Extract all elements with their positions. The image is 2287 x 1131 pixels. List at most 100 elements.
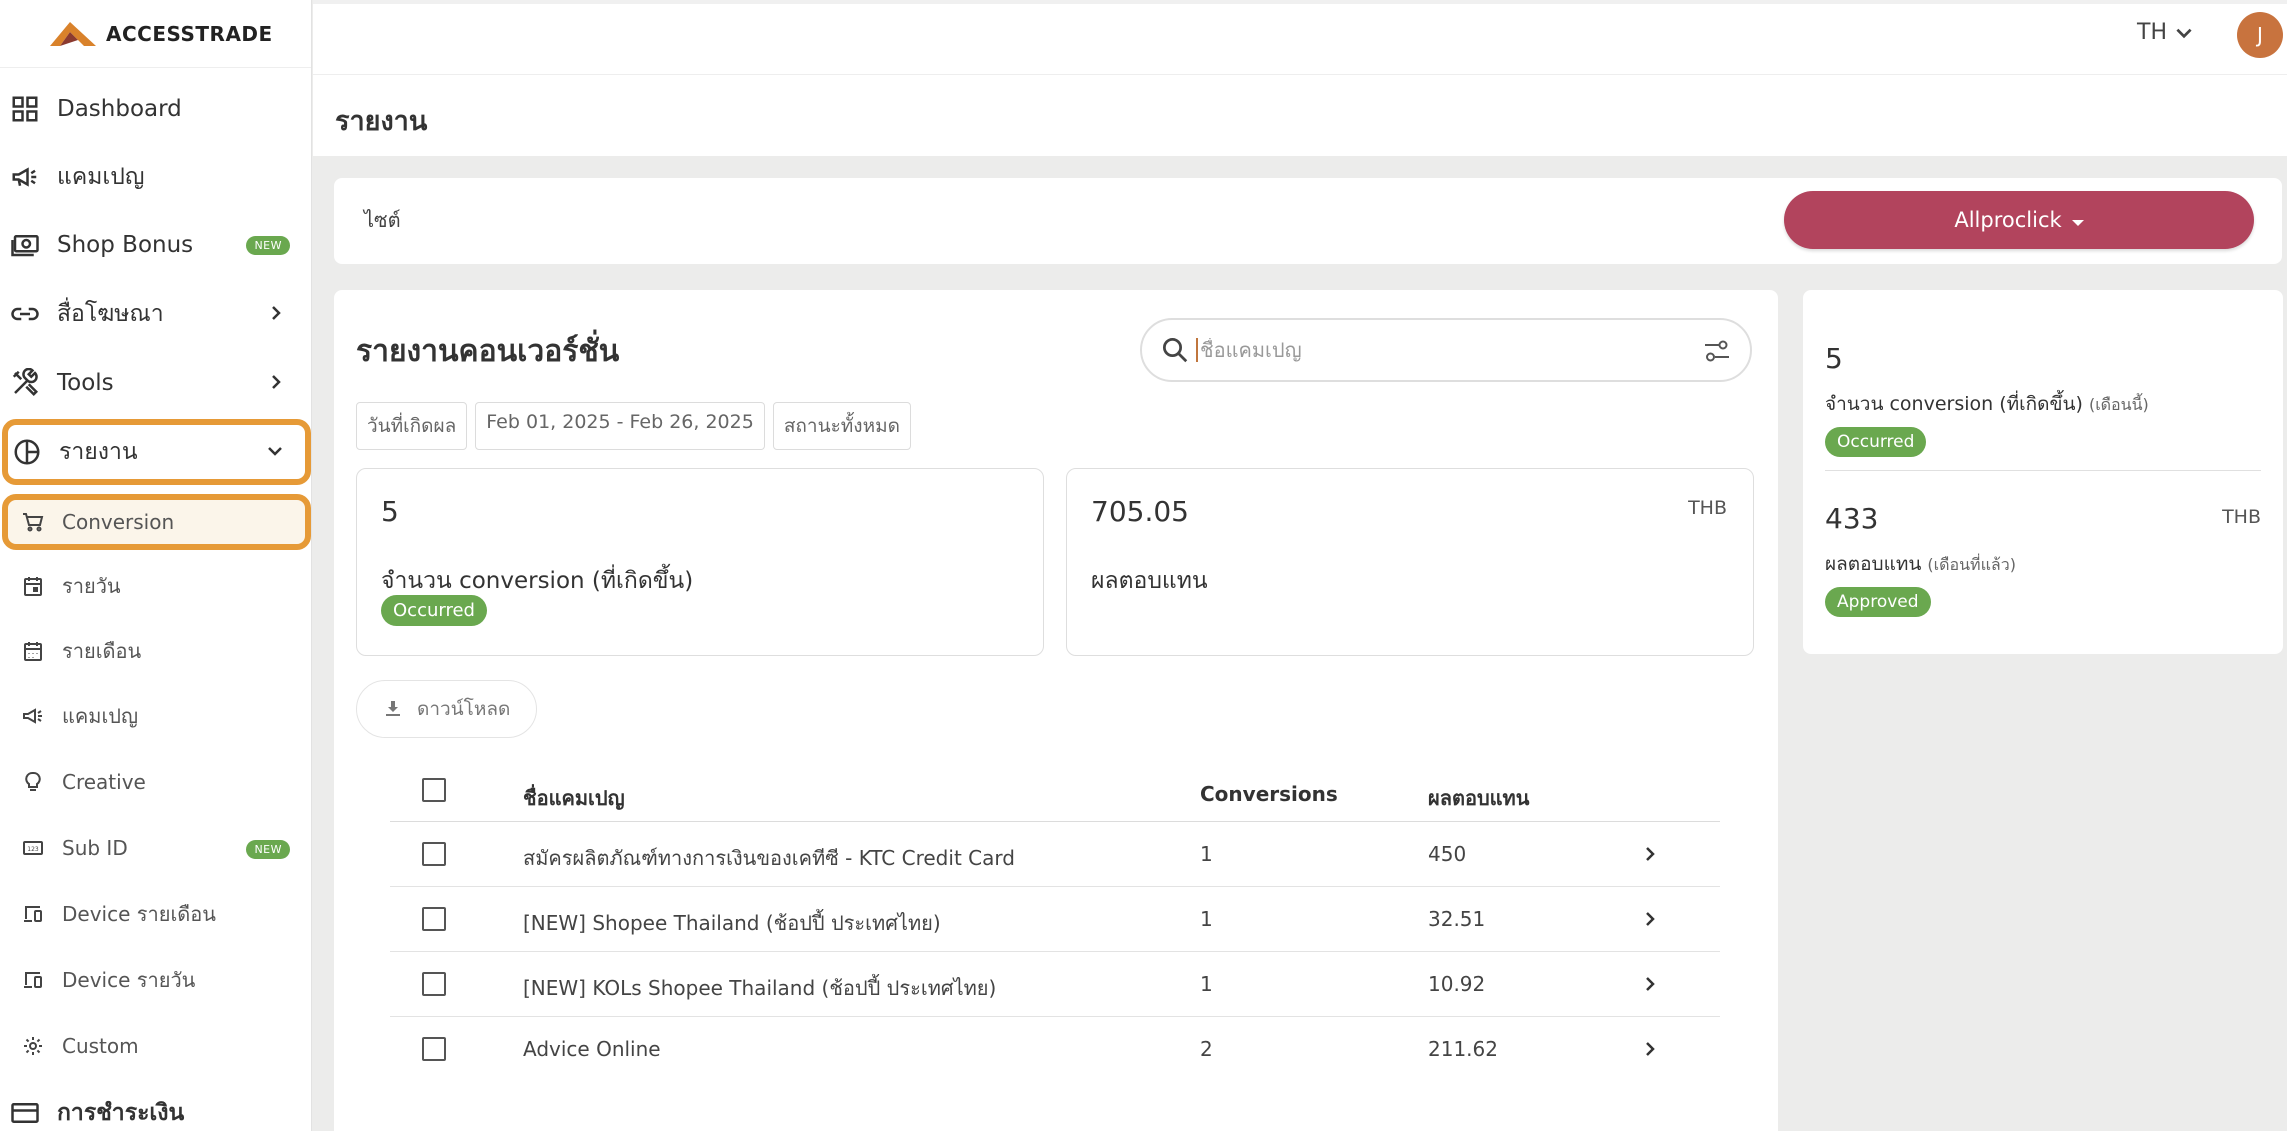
cart-icon	[20, 509, 46, 535]
site-selected-value: Allproclick	[1954, 208, 2062, 232]
sidebar-subitem-label: Device รายวัน	[62, 968, 196, 992]
chevron-right-icon[interactable]	[1640, 844, 1660, 864]
table-row[interactable]: สมัครผลิตภัณฑ์ทางการเงินของเคทีซี - KTC …	[390, 822, 1720, 887]
search-icon	[1163, 338, 1188, 363]
sidebar-subitem-device-daily[interactable]: Device รายวัน	[0, 950, 311, 1010]
brand-name: ACCESSTRADE	[106, 21, 273, 46]
select-all-checkbox[interactable]	[422, 778, 446, 802]
card-icon	[10, 1098, 40, 1128]
status-badge: Occurred	[1825, 427, 1927, 457]
caret-down-icon	[2071, 220, 2084, 226]
row-checkbox[interactable]	[422, 1037, 446, 1061]
svg-text:123: 123	[27, 846, 39, 853]
sidebar-subitem-daily[interactable]: รายวัน	[0, 556, 311, 616]
filter-chips: วันที่เกิดผล Feb 01, 2025 - Feb 26, 2025…	[356, 402, 911, 450]
accesstrade-logo-icon	[50, 21, 96, 46]
chevron-right-icon[interactable]	[1640, 909, 1660, 929]
cell-commission: 211.62	[1428, 1037, 1498, 1061]
cell-conversions: 2	[1200, 1037, 1213, 1061]
chevron-right-icon	[266, 303, 286, 323]
search-input[interactable]	[1196, 338, 1676, 362]
sidebar-item-tools[interactable]: Tools	[0, 352, 311, 414]
chevron-right-icon	[266, 372, 286, 392]
summary-period-note: (เดือนที่แล้ว)	[1927, 555, 2016, 574]
logo[interactable]: ACCESSTRADE	[0, 0, 311, 68]
cash-icon	[10, 230, 40, 260]
sidebar-subitem-conversion[interactable]: Conversion	[2, 494, 311, 550]
filter-chip-date-range[interactable]: Feb 01, 2025 - Feb 26, 2025	[475, 402, 765, 450]
campaign-search[interactable]	[1140, 318, 1752, 382]
language-selector[interactable]: TH	[2137, 20, 2195, 45]
cell-campaign-name: Advice Online	[523, 1037, 661, 1061]
summary-label: ผลตอบแทน	[1825, 553, 1922, 575]
page-header: รายงาน	[313, 74, 2287, 156]
sidebar-item-dashboard[interactable]: Dashboard	[0, 78, 311, 140]
row-checkbox[interactable]	[422, 972, 446, 996]
site-selector-card: ไซต์ Allproclick	[334, 178, 2282, 264]
cell-conversions: 1	[1200, 842, 1213, 866]
download-button[interactable]: ดาวน์โหลด	[356, 680, 538, 738]
chevron-down-icon	[2176, 28, 2192, 38]
sidebar-item-ad-media[interactable]: สื่อโฆษณา	[0, 283, 311, 345]
sidebar-subitem-campaign[interactable]: แคมเปญ	[0, 686, 311, 746]
devices-icon	[20, 967, 46, 993]
sidebar-subitem-monthly[interactable]: รายเดือน	[0, 621, 311, 681]
row-checkbox[interactable]	[422, 907, 446, 931]
cell-campaign-name: สมัครผลิตภัณฑ์ทางการเงินของเคทีซี - KTC …	[523, 846, 1015, 870]
sidebar-item-campaign[interactable]: แคมเปญ	[0, 146, 311, 208]
sidebar-subitem-sub-id[interactable]: 123 Sub ID NEW	[0, 818, 311, 878]
sidebar-item-label: Tools	[57, 370, 114, 396]
status-badge: Approved	[1825, 587, 1931, 617]
sidebar-item-shop-bonus[interactable]: Shop Bonus NEW	[0, 214, 311, 276]
summary-label: จำนวน conversion (ที่เกิดขึ้น)	[1825, 393, 2083, 415]
filter-settings-icon[interactable]	[1702, 336, 1732, 366]
calendar-month-icon	[20, 638, 46, 664]
stat-label: จำนวน conversion (ที่เกิดขึ้น)	[381, 568, 694, 594]
row-checkbox[interactable]	[422, 842, 446, 866]
download-label: ดาวน์โหลด	[417, 698, 511, 720]
grid-icon	[10, 94, 40, 124]
header-campaign-name: ชื่อแคมเปญ	[523, 786, 625, 810]
cell-commission: 32.51	[1428, 907, 1486, 931]
stat-value: 5	[381, 495, 399, 528]
devices-icon	[20, 901, 46, 927]
table-row[interactable]: [NEW] KOLs Shopee Thailand (ช้อปปี้ ประเ…	[390, 952, 1720, 1017]
megaphone-icon	[20, 703, 46, 729]
stat-label: ผลตอบแทน	[1091, 568, 1208, 594]
monthly-summary-card: 5 จำนวน conversion (ที่เกิดขึ้น) (เดือนน…	[1803, 290, 2283, 654]
site-label: ไซต์	[364, 208, 401, 232]
status-badge: Occurred	[381, 595, 487, 626]
chevron-right-icon[interactable]	[1640, 1039, 1660, 1059]
avatar[interactable]: J	[2237, 12, 2283, 58]
pie-chart-icon	[12, 437, 42, 467]
sidebar-item-label: แคมเปญ	[57, 164, 145, 190]
sidebar-subitem-device-monthly[interactable]: Device รายเดือน	[0, 884, 311, 944]
sub-id-icon: 123	[20, 835, 46, 861]
table-row[interactable]: Advice Online 2 211.62	[390, 1017, 1720, 1082]
download-icon	[386, 701, 400, 716]
sidebar-item-payment[interactable]: การชำระเงิน	[0, 1082, 311, 1131]
sidebar-subitem-custom[interactable]: Custom	[0, 1016, 311, 1076]
sidebar-item-label: รายงาน	[59, 439, 138, 465]
campaign-table: ชื่อแคมเปญ Conversions ผลตอบแทน สมัครผลิ…	[390, 760, 1720, 1082]
filter-chip-date-type[interactable]: วันที่เกิดผล	[356, 402, 468, 450]
sidebar-subitem-creative[interactable]: Creative	[0, 752, 311, 812]
sidebar: ACCESSTRADE Dashboard แคมเปญ Shop Bonus …	[0, 0, 312, 1131]
filter-chip-status[interactable]: สถานะทั้งหมด	[772, 402, 911, 450]
sidebar-subitem-label: รายวัน	[62, 574, 121, 598]
cell-commission: 450	[1428, 842, 1467, 866]
table-header: ชื่อแคมเปญ Conversions ผลตอบแทน	[390, 760, 1720, 822]
top-bar: TH J	[313, 0, 2287, 74]
summary-label-wrap: ผลตอบแทน (เดือนที่แล้ว)	[1825, 549, 2261, 579]
tools-icon	[10, 368, 40, 398]
table-row[interactable]: [NEW] Shopee Thailand (ช้อปปี้ ประเทศไทย…	[390, 887, 1720, 952]
site-dropdown-button[interactable]: Allproclick	[1784, 191, 2254, 249]
summary-value: 433	[1825, 502, 1879, 535]
sidebar-subitem-label: Sub ID	[62, 836, 128, 860]
conversion-report-card: รายงานคอนเวอร์ชั่น วันที่เกิดผล Feb 01, …	[334, 290, 1778, 1131]
sidebar-item-reports[interactable]: รายงาน	[2, 419, 311, 485]
custom-gear-icon	[20, 1033, 46, 1059]
megaphone-icon	[10, 162, 40, 192]
calendar-day-icon	[20, 573, 46, 599]
chevron-right-icon[interactable]	[1640, 974, 1660, 994]
